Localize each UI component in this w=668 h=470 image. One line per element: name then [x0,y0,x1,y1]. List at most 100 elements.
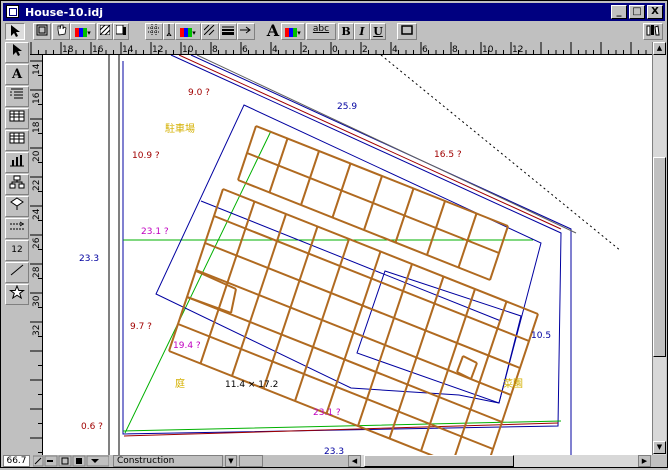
drawing-canvas[interactable]: 9.0 ? 25.9 駐車場 10.9 ? 16.5 ? 23.1 ? 23.3… [43,55,652,455]
scroll-up-icon[interactable]: ▲ [653,42,666,55]
text-tool[interactable]: A [5,64,29,85]
line-color-icon[interactable]: ▾ [175,23,201,40]
ruler-v-label: 30 [32,295,42,307]
scroll-right-icon[interactable]: ▶ [638,455,651,467]
horizontal-ruler: 18 16 14 12 10 8 6 4 2 0 2 4 6 8 10 12 [30,42,652,55]
ruler-h-label: 2 [302,45,308,55]
label-19-4: 19.4 ? [173,341,201,351]
document-icon[interactable] [6,5,19,18]
pointer-tool-icon[interactable] [5,23,25,40]
label-10-9: 10.9 ? [132,151,160,161]
hscroll-thumb[interactable] [364,455,514,467]
star-tool-icon[interactable] [5,284,29,305]
grid-icon[interactable] [145,23,163,40]
ruler-h-label: 12 [512,45,523,55]
ruler-h-label: 2 [362,45,368,55]
label-16-5: 16.5 ? [434,150,462,160]
ruler-h-label: 18 [62,45,74,55]
label-23-1-upper: 23.1 ? [141,227,169,237]
scroll-left-icon[interactable]: ◀ [348,455,361,467]
title-bar: House-10.idj _ □ X [3,3,665,21]
list-tool-icon[interactable] [5,86,29,107]
pointer-icon[interactable] [5,42,29,63]
ruler-h-label: 8 [452,45,458,55]
spreadsheet-tool-icon[interactable] [5,130,29,151]
fill-color-icon[interactable]: ▾ [70,23,96,40]
status-bar: 66.7 Construction ▼ ◀ ▶ [3,455,665,467]
label-9-7: 9.7 ? [130,322,152,332]
library-icon[interactable] [643,23,663,40]
label-parking: 駐車場 [165,122,195,135]
layer-selector[interactable]: Construction [113,455,223,467]
ruler-h-label: 16 [92,45,104,55]
label-25-9: 25.9 [337,102,357,112]
label-9-0: 9.0 ? [188,88,210,98]
floor-grid [168,125,539,455]
font-menu[interactable]: abc [306,23,336,40]
road-hatch [380,55,622,252]
road-edge [190,55,572,455]
maximize-button[interactable]: □ [629,5,645,19]
minimize-button[interactable]: _ [611,5,627,19]
toolbar: ▾ ▾ A ▾ abc B I U [3,22,665,42]
ruler-h-label: 10 [182,45,194,55]
zoom-level[interactable]: 66.7 [3,455,30,467]
text-style-tool[interactable]: A [265,23,281,40]
label-23-3-left: 23.3 [79,254,99,264]
app-window: House-10.idj _ □ X ▾ ▾ A ▾ abc B I U A 1… [0,0,668,468]
ruler-h-label: 6 [242,45,248,55]
ruler-h-label: 4 [392,45,398,55]
ruler-v-label: 32 [32,325,42,336]
pen-icon[interactable] [163,23,175,40]
italic-button[interactable]: I [354,23,370,40]
shadow-icon[interactable] [113,23,129,40]
ruler-h-label: 6 [422,45,428,55]
label-dimensions: 11.4 × 17.2 [225,380,278,390]
ruler-h-label: 4 [272,45,278,55]
label-10-5: 10.5 [531,331,551,341]
line-pattern-icon[interactable] [201,23,219,40]
hand-icon[interactable] [52,23,70,40]
tool-palette: A 12 [3,42,30,452]
layer-dropdown-icon[interactable]: ▼ [225,455,237,467]
bold-button[interactable]: B [338,23,354,40]
page-nav-controls[interactable] [32,455,110,467]
horizontal-scrollbar[interactable]: ◀ ▶ [348,455,651,467]
page-border-left [108,55,120,455]
vertical-ruler: 14 16 18 20 22 24 26 28 30 32 [30,55,43,455]
chart-tool-icon[interactable] [5,152,29,173]
arrowhead-icon[interactable] [237,23,255,40]
text-color-icon[interactable]: ▾ [281,23,305,40]
ruler-v-label: 18 [32,121,42,133]
pattern-fill-icon[interactable] [97,23,113,40]
ruler-v-label: 26 [32,237,42,249]
layer-button[interactable] [239,455,263,467]
ruler-v-label: 24 [32,208,42,220]
ruler-h-label: 12 [152,45,163,55]
label-vegetable-garden: 菜園 [503,378,523,390]
flowchart-icon[interactable] [5,196,29,217]
line-weight-icon[interactable] [219,23,237,40]
line-tool-icon[interactable] [5,262,29,283]
ruler-v-label: 14 [32,63,42,75]
label-0-6: 0.6 ? [81,422,103,432]
ruler-v-label: 16 [32,92,42,104]
ruler-v-label: 20 [32,150,42,162]
close-button[interactable]: X [647,5,663,19]
ruler-h-label: 14 [122,45,134,55]
connector-tool-icon[interactable] [5,218,29,239]
table-tool-icon[interactable] [5,108,29,129]
scroll-down-icon[interactable]: ▼ [653,441,666,454]
ruler-h-label: 0 [332,45,338,55]
scroll-thumb[interactable] [653,157,666,357]
grid-size-tool[interactable]: 12 [5,240,29,261]
window-title: House-10.idj [25,6,104,19]
building-outline [155,104,542,404]
ruler-h-label: 8 [212,45,218,55]
underline-button[interactable]: U [370,23,386,40]
vertical-scrollbar[interactable]: ▲ ▼ [652,42,666,455]
select-frame-icon[interactable] [33,23,51,40]
ruler-v-label: 28 [32,266,42,278]
organization-chart-icon[interactable] [5,174,29,195]
frame-icon[interactable] [397,23,417,40]
